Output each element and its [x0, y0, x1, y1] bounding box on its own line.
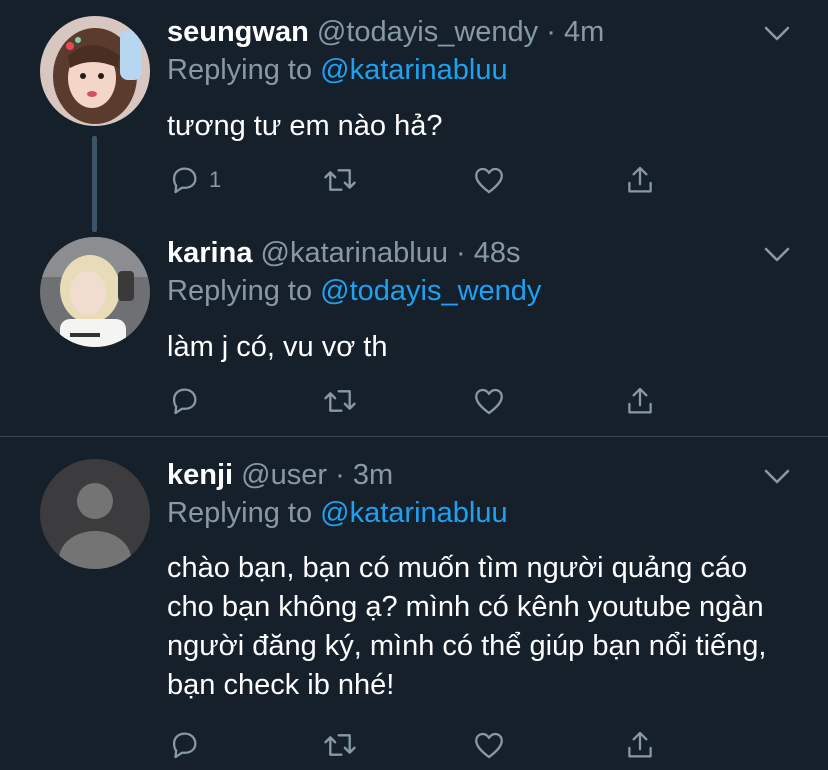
display-name[interactable]: kenji	[167, 459, 233, 491]
timestamp[interactable]: 48s	[474, 237, 521, 269]
tweet-text: chào bạn, bạn có muốn tìm người quảng cá…	[167, 552, 767, 701]
avatar[interactable]	[40, 459, 150, 569]
like-button[interactable]	[472, 725, 506, 765]
separator-dot: ·	[335, 459, 345, 491]
timestamp[interactable]: 4m	[564, 16, 604, 48]
user-handle[interactable]: @katarinabluu	[261, 237, 448, 269]
replying-to-label: Replying to	[167, 54, 321, 86]
share-icon	[628, 166, 652, 193]
share-icon	[628, 387, 652, 414]
tweet-actions	[167, 381, 687, 421]
tweet-karina[interactable]: karina @katarinabluu · 48s Replying to @…	[0, 233, 828, 433]
reply-icon	[172, 167, 197, 194]
like-icon	[475, 732, 503, 759]
avatar[interactable]	[40, 237, 150, 347]
display-name[interactable]: seungwan	[167, 16, 309, 48]
like-icon	[475, 167, 503, 194]
mention-link[interactable]: @katarinabluu	[320, 497, 507, 529]
tweet-actions: 1	[167, 160, 687, 200]
retweet-button[interactable]	[322, 160, 358, 200]
thread-line	[92, 136, 97, 232]
retweet-icon	[324, 169, 356, 191]
share-icon	[628, 731, 652, 758]
retweet-icon	[324, 734, 356, 756]
chevron-down-icon[interactable]	[762, 245, 792, 265]
reply-icon	[172, 732, 197, 759]
reply-button[interactable]	[167, 725, 209, 765]
reply-button[interactable]	[167, 381, 209, 421]
replying-to: Replying to @katarinabluu	[167, 54, 508, 87]
retweet-button[interactable]	[322, 381, 358, 421]
replying-to: Replying to @katarinabluu	[167, 497, 508, 530]
separator-dot: ·	[546, 16, 556, 48]
tweet-text: tương tư em nào hả?	[167, 110, 443, 142]
tweet-header: kenji @user · 3m	[167, 455, 393, 495]
replying-to-label: Replying to	[167, 497, 321, 529]
tweet-seungwan[interactable]: seungwan @todayis_wendy · 4m Replying to…	[0, 12, 828, 232]
replying-to-label: Replying to	[167, 275, 321, 307]
mention-link[interactable]: @katarinabluu	[320, 54, 507, 86]
share-button[interactable]	[623, 725, 657, 765]
tweet-kenji[interactable]: kenji @user · 3m Replying to @katarinabl…	[0, 455, 828, 770]
like-button[interactable]	[472, 160, 506, 200]
display-name[interactable]: karina	[167, 237, 252, 269]
mention-link[interactable]: @todayis_wendy	[320, 275, 541, 307]
share-button[interactable]	[623, 381, 657, 421]
user-handle[interactable]: @todayis_wendy	[317, 16, 538, 48]
divider	[0, 436, 828, 437]
tweet-header: seungwan @todayis_wendy · 4m	[167, 12, 604, 52]
tweet-text: làm j có, vu vơ th	[167, 331, 388, 363]
like-icon	[475, 388, 503, 415]
tweet-header: karina @katarinabluu · 48s	[167, 233, 521, 273]
reply-icon	[172, 388, 197, 415]
replying-to: Replying to @todayis_wendy	[167, 275, 541, 308]
reply-count: 1	[209, 167, 222, 192]
reply-button[interactable]: 1	[167, 160, 221, 200]
avatar[interactable]	[40, 16, 150, 126]
like-button[interactable]	[472, 381, 506, 421]
timestamp[interactable]: 3m	[353, 459, 393, 491]
retweet-button[interactable]	[322, 725, 358, 765]
separator-dot: ·	[456, 237, 466, 269]
share-button[interactable]	[623, 160, 657, 200]
chevron-down-icon[interactable]	[762, 24, 792, 44]
tweet-actions	[167, 725, 687, 765]
chevron-down-icon[interactable]	[762, 467, 792, 487]
retweet-icon	[324, 390, 356, 412]
user-handle[interactable]: @user	[241, 459, 327, 491]
